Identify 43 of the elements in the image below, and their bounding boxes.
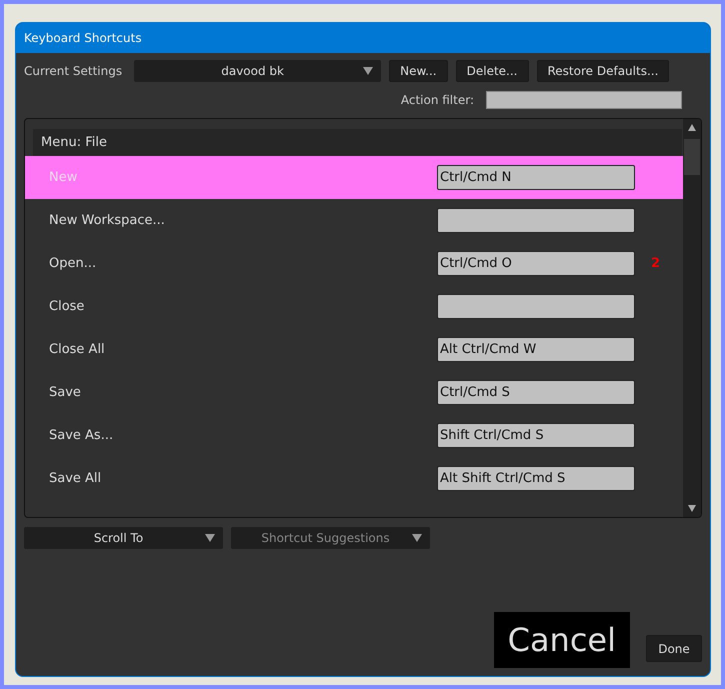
shortcut-field[interactable] [437,294,635,319]
action-label: Save As... [48,428,114,443]
settings-dropdown[interactable]: davood bk [134,60,382,82]
shortcut-field[interactable]: Alt Ctrl/Cmd W [437,337,635,362]
settings-button[interactable]: New... [389,60,448,82]
shortcut-row[interactable]: Save Ctrl/Cmd S [25,371,683,414]
action-label: Open... [48,256,98,271]
done-button[interactable]: Done [646,635,702,662]
shortcut-row[interactable]: Save As... Shift Ctrl/Cmd S [25,414,683,457]
current-settings-label: Current Settings [24,64,122,78]
scrollbar-thumb[interactable] [684,139,700,175]
shortcut-field[interactable]: Ctrl/Cmd S [437,380,635,405]
section-header: Menu: File [33,129,682,156]
shortcut-field[interactable]: Ctrl/Cmd N [437,165,635,190]
conflict-count: 2 [651,256,660,271]
action-label: New Workspace... [48,213,166,228]
settings-button[interactable]: Delete... [456,60,528,82]
shortcut-field[interactable]: Ctrl/Cmd O [437,251,635,276]
shortcut-row[interactable]: Close All Alt Ctrl/Cmd W [25,328,683,371]
shortcut-row[interactable]: Close [25,285,683,328]
action-label: Save [48,385,82,400]
action-filter-field[interactable] [486,91,682,109]
shortcut-row[interactable]: New Workspace... [25,199,683,242]
action-label: New [48,170,78,185]
shortcut-field[interactable]: Shift Ctrl/Cmd S [437,423,635,448]
scroll-to-dropdown[interactable]: Scroll To [24,527,223,549]
shortcut-row[interactable]: Save All Alt Shift Ctrl/Cmd S [25,457,683,500]
caret-icon [363,67,374,75]
scroll-up-icon[interactable] [687,123,697,133]
scroll-down-icon[interactable] [687,503,697,513]
action-label: Save All [48,471,102,486]
caret-icon [412,534,422,542]
window-title: Keyboard Shortcuts [24,31,142,45]
action-filter-label: Action filter: [400,93,474,107]
shortcut-row[interactable]: Open... Ctrl/Cmd O 2 [25,242,683,285]
action-label: Close [48,299,86,314]
settings-button[interactable]: Restore Defaults... [536,60,670,82]
cancel-button[interactable]: Cancel [494,612,630,668]
shortcut-field[interactable]: Alt Shift Ctrl/Cmd S [437,466,635,491]
shortcut-field[interactable] [437,208,635,233]
shortcut-row[interactable]: New Ctrl/Cmd N [25,156,683,199]
caret-icon [205,534,215,542]
action-label: Close All [48,342,106,357]
